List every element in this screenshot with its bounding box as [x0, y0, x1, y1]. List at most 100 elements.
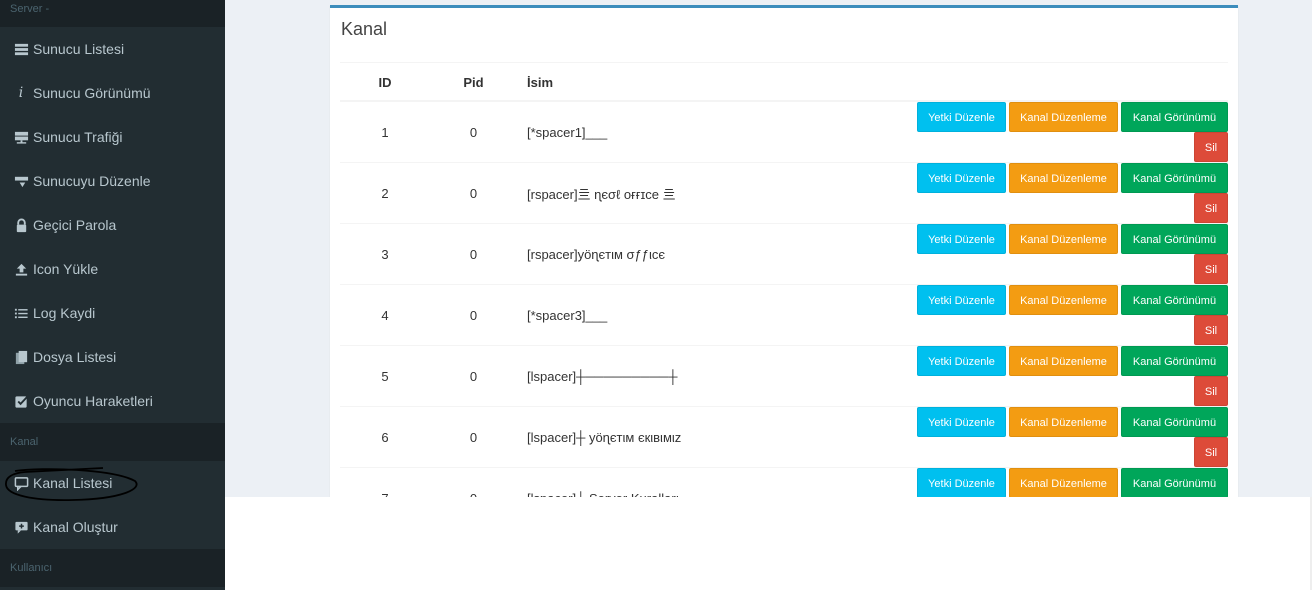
action-buttons: Yetki Düzenle Kanal Düzenleme Kanal Görü… — [912, 468, 1228, 497]
column-header-pid: Pid — [430, 64, 517, 102]
cell-pid: 0 — [430, 223, 517, 285]
sidebar-header-server: Server - — [0, 0, 225, 27]
kanal-duzenleme-button[interactable]: Kanal Düzenleme — [1009, 102, 1118, 132]
sidebar-item-sunucu-gorunumu[interactable]: i Sunucu Görünümü — [0, 71, 225, 115]
cell-actions: Yetki Düzenle Kanal Düzenleme Kanal Görü… — [912, 284, 1228, 346]
kanal-duzenleme-button[interactable]: Kanal Düzenleme — [1009, 163, 1118, 193]
kanal-duzenleme-button[interactable]: Kanal Düzenleme — [1009, 285, 1118, 315]
kanal-duzenleme-button[interactable]: Kanal Düzenleme — [1009, 407, 1118, 437]
sil-button[interactable]: Sil — [1194, 254, 1228, 284]
action-buttons: Yetki Düzenle Kanal Düzenleme Kanal Görü… — [912, 102, 1228, 132]
kanal-box: Kanal ID Pid İsim 1 0 [*spacer1]___ Yetk… — [330, 5, 1238, 497]
kanal-duzenleme-button[interactable]: Kanal Düzenleme — [1009, 224, 1118, 254]
sidebar-item-dosya-listesi[interactable]: Dosya Listesi — [0, 335, 225, 379]
cell-pid: 0 — [430, 162, 517, 224]
yetki-duzenle-button[interactable]: Yetki Düzenle — [917, 468, 1006, 497]
cell-id: 7 — [340, 467, 430, 497]
action-buttons: Yetki Düzenle Kanal Düzenleme Kanal Görü… — [912, 163, 1228, 193]
kanal-gorunumu-button[interactable]: Kanal Görünümü — [1121, 224, 1228, 254]
cell-pid: 0 — [430, 406, 517, 468]
cell-id: 5 — [340, 345, 430, 407]
table-row: 3 0 [rspacer]yöɳєтιм σƒƒιcє Yetki Düzenl… — [340, 223, 1228, 285]
delete-row: Sil — [912, 193, 1228, 223]
sidebar-item-label: Kanal Oluştur — [33, 519, 118, 535]
sil-button[interactable]: Sil — [1194, 132, 1228, 162]
cell-pid: 0 — [430, 345, 517, 407]
comment-icon — [13, 475, 29, 491]
comment-plus-icon — [13, 519, 29, 535]
upload-icon — [13, 261, 29, 277]
sidebar-item-label: Kanal Listesi — [33, 475, 113, 491]
server-icon — [13, 129, 29, 145]
cell-name: [lspacer]┼ Server Kuralları — [517, 467, 912, 497]
cell-id: 2 — [340, 162, 430, 224]
delete-row: Sil — [912, 437, 1228, 467]
cell-pid: 0 — [430, 467, 517, 497]
sidebar-item-oyuncu-haraketleri[interactable]: Oyuncu Haraketleri — [0, 379, 225, 423]
sil-button[interactable]: Sil — [1194, 437, 1228, 467]
kanal-gorunumu-button[interactable]: Kanal Görünümü — [1121, 346, 1228, 376]
sidebar-item-sunucuyu-duzenle[interactable]: Sunucuyu Düzenle — [0, 159, 225, 203]
table-row: 1 0 [*spacer1]___ Yetki Düzenle Kanal Dü… — [340, 100, 1228, 163]
yetki-duzenle-button[interactable]: Yetki Düzenle — [917, 407, 1006, 437]
main-content: Kanal ID Pid İsim 1 0 [*spacer1]___ Yetk… — [225, 0, 1312, 497]
sidebar-item-label: Icon Yükle — [33, 261, 99, 277]
edit-server-icon — [13, 173, 29, 189]
cell-pid: 0 — [430, 284, 517, 346]
cell-id: 1 — [340, 100, 430, 163]
yetki-duzenle-button[interactable]: Yetki Düzenle — [917, 346, 1006, 376]
sidebar-item-label: Sunucu Görünümü — [33, 85, 151, 101]
cell-actions: Yetki Düzenle Kanal Düzenleme Kanal Görü… — [912, 406, 1228, 468]
kanal-gorunumu-button[interactable]: Kanal Görünümü — [1121, 468, 1228, 497]
sidebar-header-kullanici: Kullanıcı — [0, 549, 225, 587]
cell-id: 3 — [340, 223, 430, 285]
server-list-icon — [13, 41, 29, 57]
sidebar-item-sunucu-trafigi[interactable]: Sunucu Trafiği — [0, 115, 225, 159]
table-row: 4 0 [*spacer3]___ Yetki Düzenle Kanal Dü… — [340, 284, 1228, 346]
table-row: 2 0 [rspacer]亖 ɳєσℓ ᴏғғɪce 亖 Yetki Düzen… — [340, 162, 1228, 224]
yetki-duzenle-button[interactable]: Yetki Düzenle — [917, 163, 1006, 193]
delete-row: Sil — [912, 254, 1228, 284]
yetki-duzenle-button[interactable]: Yetki Düzenle — [917, 102, 1006, 132]
kanal-duzenleme-button[interactable]: Kanal Düzenleme — [1009, 468, 1118, 497]
yetki-duzenle-button[interactable]: Yetki Düzenle — [917, 285, 1006, 315]
sidebar-item-icon-yukle[interactable]: Icon Yükle — [0, 247, 225, 291]
kanal-gorunumu-button[interactable]: Kanal Görünümü — [1121, 285, 1228, 315]
kanal-gorunumu-button[interactable]: Kanal Görünümü — [1121, 102, 1228, 132]
sil-button[interactable]: Sil — [1194, 315, 1228, 345]
files-icon — [13, 349, 29, 365]
table-header-row: ID Pid İsim — [340, 64, 1228, 102]
kanal-gorunumu-button[interactable]: Kanal Görünümü — [1121, 163, 1228, 193]
sidebar-item-sunucu-listesi[interactable]: Sunucu Listesi — [0, 27, 225, 71]
lock-icon — [13, 217, 29, 233]
cell-name: [*spacer3]___ — [517, 284, 912, 346]
sidebar-item-label: Geçici Parola — [33, 217, 117, 233]
box-title: Kanal — [341, 19, 388, 39]
sidebar-item-kanal-olustur[interactable]: Kanal Oluştur — [0, 505, 225, 549]
divider — [340, 62, 1228, 63]
column-header-name: İsim — [517, 64, 912, 102]
sidebar-item-gecici-parola[interactable]: Geçici Parola — [0, 203, 225, 247]
table-row: 6 0 [lspacer]┼ yöɳєтιм єкιвιмιz Yetki Dü… — [340, 406, 1228, 468]
sidebar-header-kanal: Kanal — [0, 423, 225, 461]
sidebar-item-label: Sunucu Trafiği — [33, 129, 123, 145]
kanal-duzenleme-button[interactable]: Kanal Düzenleme — [1009, 346, 1118, 376]
sidebar-item-label: Sunucu Listesi — [33, 41, 125, 57]
action-buttons: Yetki Düzenle Kanal Düzenleme Kanal Görü… — [912, 285, 1228, 315]
cell-name: [rspacer]亖 ɳєσℓ ᴏғғɪce 亖 — [517, 162, 912, 224]
delete-row: Sil — [912, 132, 1228, 162]
yetki-duzenle-button[interactable]: Yetki Düzenle — [917, 224, 1006, 254]
sil-button[interactable]: Sil — [1194, 193, 1228, 223]
delete-row: Sil — [912, 376, 1228, 406]
cell-name: [lspacer]┼─────────┼ — [517, 345, 912, 407]
info-icon: i — [18, 85, 24, 101]
table-row: 7 0 [lspacer]┼ Server Kuralları Yetki Dü… — [340, 467, 1228, 497]
column-header-actions — [912, 64, 1228, 102]
cell-actions: Yetki Düzenle Kanal Düzenleme Kanal Görü… — [912, 467, 1228, 497]
sidebar-item-label: Oyuncu Haraketleri — [33, 393, 153, 409]
action-buttons: Yetki Düzenle Kanal Düzenleme Kanal Görü… — [912, 407, 1228, 437]
sidebar-item-kanal-listesi[interactable]: Kanal Listesi — [0, 461, 225, 505]
sidebar-item-log-kaydi[interactable]: Log Kaydi — [0, 291, 225, 335]
kanal-gorunumu-button[interactable]: Kanal Görünümü — [1121, 407, 1228, 437]
sil-button[interactable]: Sil — [1194, 376, 1228, 406]
